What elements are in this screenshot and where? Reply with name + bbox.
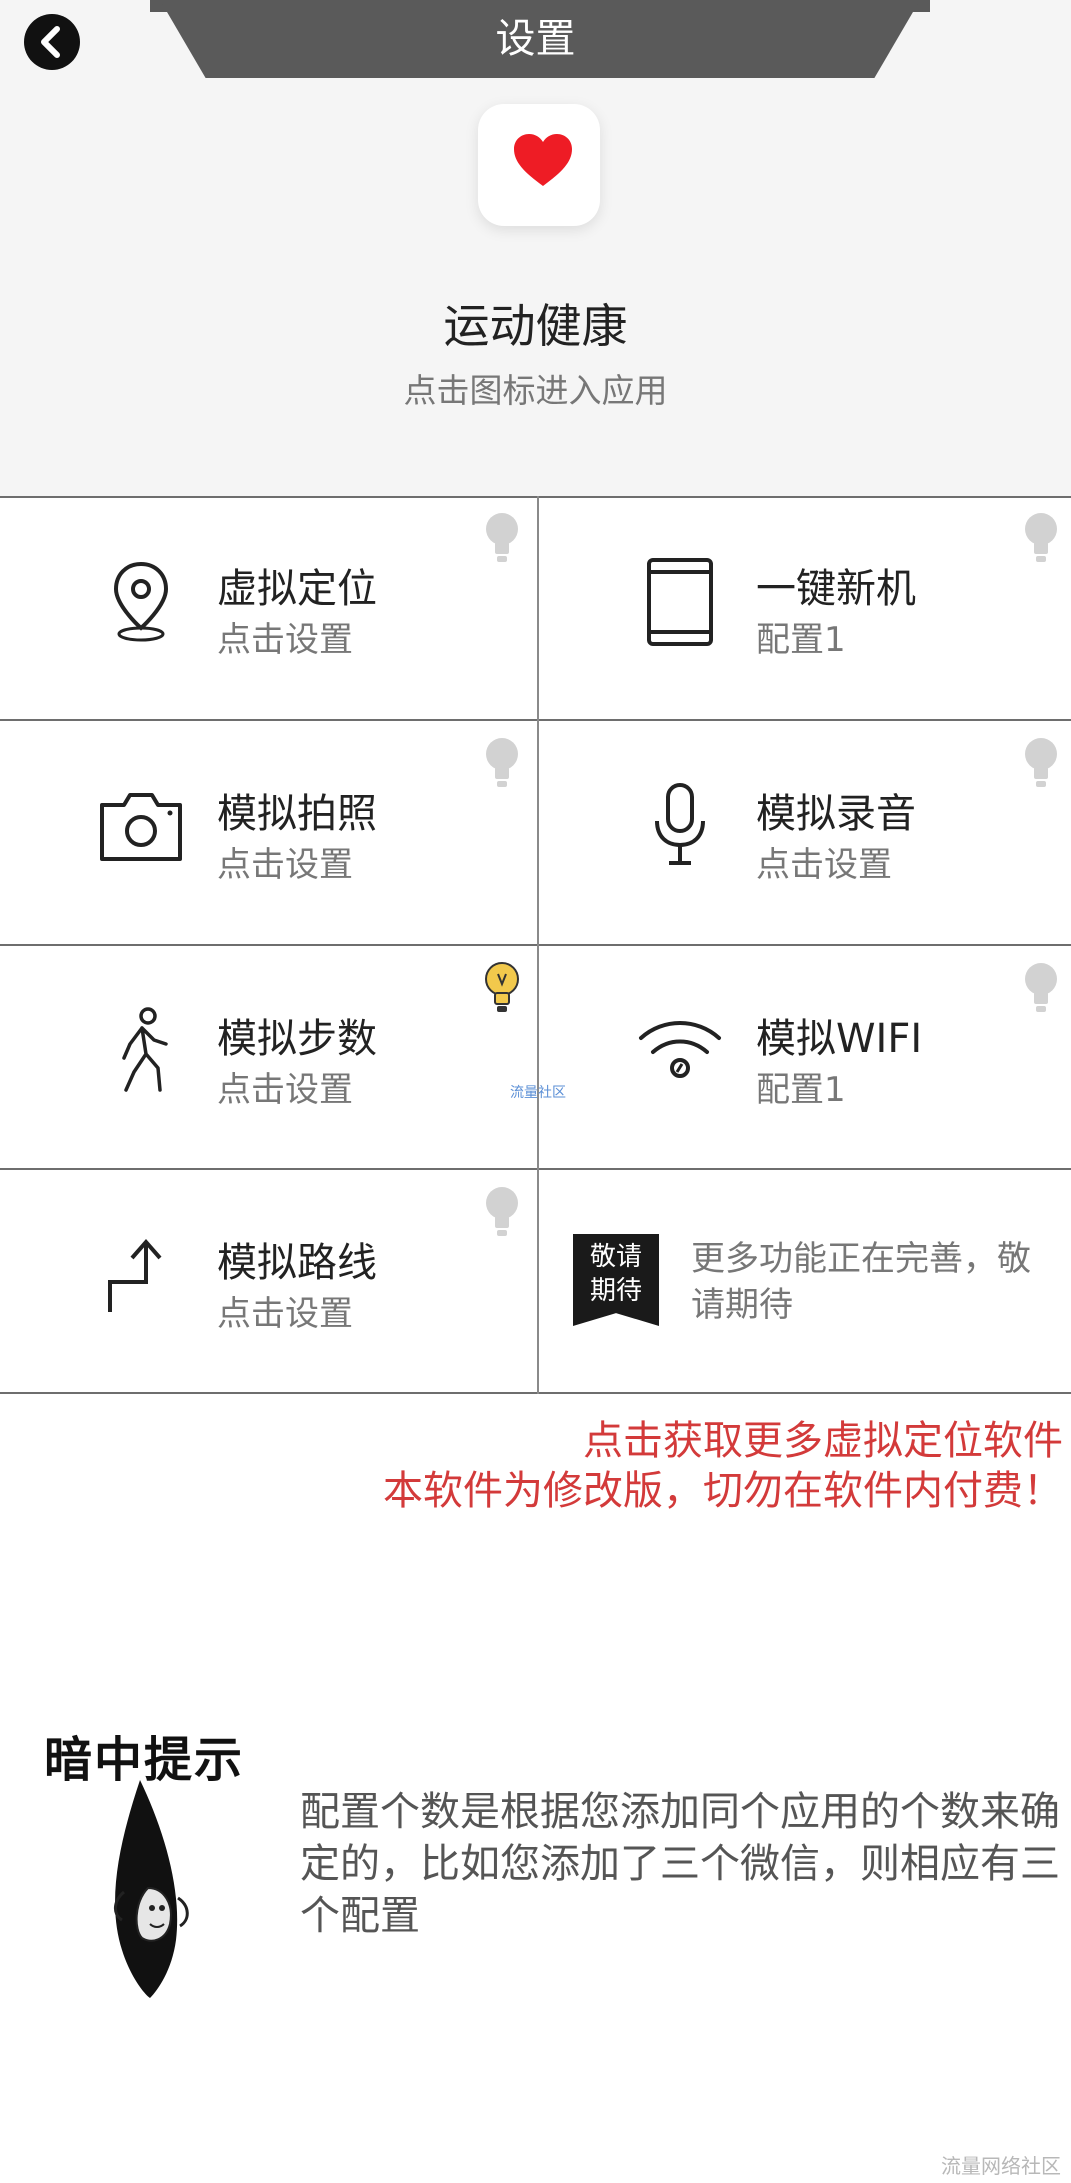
- location-pin-icon: [113, 561, 169, 642]
- app-hint: 点击图标进入应用: [403, 371, 668, 410]
- feature-title: 模拟录音: [756, 791, 916, 837]
- app-name: 运动健康: [443, 299, 628, 353]
- badge-line: 敬请: [589, 1242, 642, 1272]
- badge-line: 期待: [589, 1276, 642, 1306]
- promo-line: 本软件为修改版，切勿在软件内付费！: [383, 1468, 1063, 1514]
- feature-subtitle: 点击设置: [217, 1294, 353, 1334]
- feature-subtitle: 点击设置: [217, 620, 353, 660]
- feature-cell-simulated-wifi[interactable]: 模拟WIFI 配置1: [539, 946, 1071, 1170]
- feature-cell-coming-soon: 敬请 期待 更多功能正在完善，敬请期待: [539, 1170, 1071, 1394]
- feature-subtitle: 配置1: [756, 620, 846, 660]
- lightbulb-icon[interactable]: [1022, 737, 1060, 789]
- back-button[interactable]: [24, 14, 80, 70]
- feature-subtitle: 点击设置: [756, 845, 892, 885]
- promo-line: 点击获取更多虚拟定位软件: [583, 1418, 1063, 1464]
- tip-text: 配置个数是根据您添加同个应用的个数来确定的，比如您添加了三个微信，则相应有三个配…: [300, 1789, 1060, 1939]
- lightbulb-on-icon[interactable]: [483, 962, 521, 1014]
- feature-title: 模拟步数: [217, 1016, 377, 1062]
- lightbulb-icon[interactable]: [483, 512, 521, 564]
- coming-soon-badge: 敬请 期待: [573, 1234, 659, 1326]
- feature-cell-virtual-location[interactable]: 虚拟定位 点击设置: [0, 496, 537, 720]
- lightbulb-icon[interactable]: [483, 1186, 521, 1238]
- chevron-left-icon: [41, 26, 60, 58]
- lightbulb-icon[interactable]: [1022, 962, 1060, 1014]
- feature-title: 虚拟定位: [217, 566, 377, 612]
- peeking-figure-icon: [114, 1780, 189, 1998]
- feature-grid: 虚拟定位 点击设置 一键新机 配置1 模拟拍照 点击设置 模拟录音 点击设置 模…: [0, 496, 1071, 1394]
- walking-person-icon: [122, 1007, 168, 1092]
- lightbulb-icon[interactable]: [483, 737, 521, 789]
- feature-subtitle: 配置1: [756, 1070, 846, 1110]
- feature-subtitle: 点击设置: [217, 1070, 353, 1110]
- phone-icon: [647, 558, 713, 646]
- page-title: 设置: [495, 16, 576, 62]
- feature-subtitle: 点击设置: [217, 845, 353, 885]
- watermark: 流量社区: [510, 1085, 566, 1101]
- promo-link[interactable]: 点击获取更多虚拟定位软件 本软件为修改版，切勿在软件内付费！: [383, 1416, 1063, 1516]
- wifi-icon: [639, 1021, 721, 1078]
- lightbulb-icon[interactable]: [1022, 512, 1060, 564]
- app-icon-button[interactable]: [478, 104, 600, 226]
- feature-cell-simulated-steps[interactable]: 模拟步数 点击设置: [0, 946, 537, 1170]
- route-arrow-icon: [108, 1238, 162, 1312]
- top-bar: 设置: [0, 0, 1071, 80]
- feature-cell-new-device[interactable]: 一键新机 配置1: [539, 496, 1071, 720]
- feature-cell-simulated-recording[interactable]: 模拟录音 点击设置: [539, 721, 1071, 945]
- feature-cell-simulated-route[interactable]: 模拟路线 点击设置: [0, 1170, 537, 1394]
- feature-title: 模拟WIFI: [756, 1016, 923, 1062]
- coming-soon-text: 更多功能正在完善，敬请期待: [691, 1239, 1031, 1325]
- feature-title: 一键新机: [756, 566, 916, 612]
- watermark: 流量网络社区: [941, 2154, 1061, 2178]
- heart-icon: [514, 134, 572, 186]
- camera-icon: [100, 793, 182, 861]
- feature-title: 模拟拍照: [217, 791, 377, 837]
- feature-cell-simulated-photo[interactable]: 模拟拍照 点击设置: [0, 721, 537, 945]
- microphone-icon: [655, 783, 705, 865]
- feature-title: 模拟路线: [217, 1240, 377, 1286]
